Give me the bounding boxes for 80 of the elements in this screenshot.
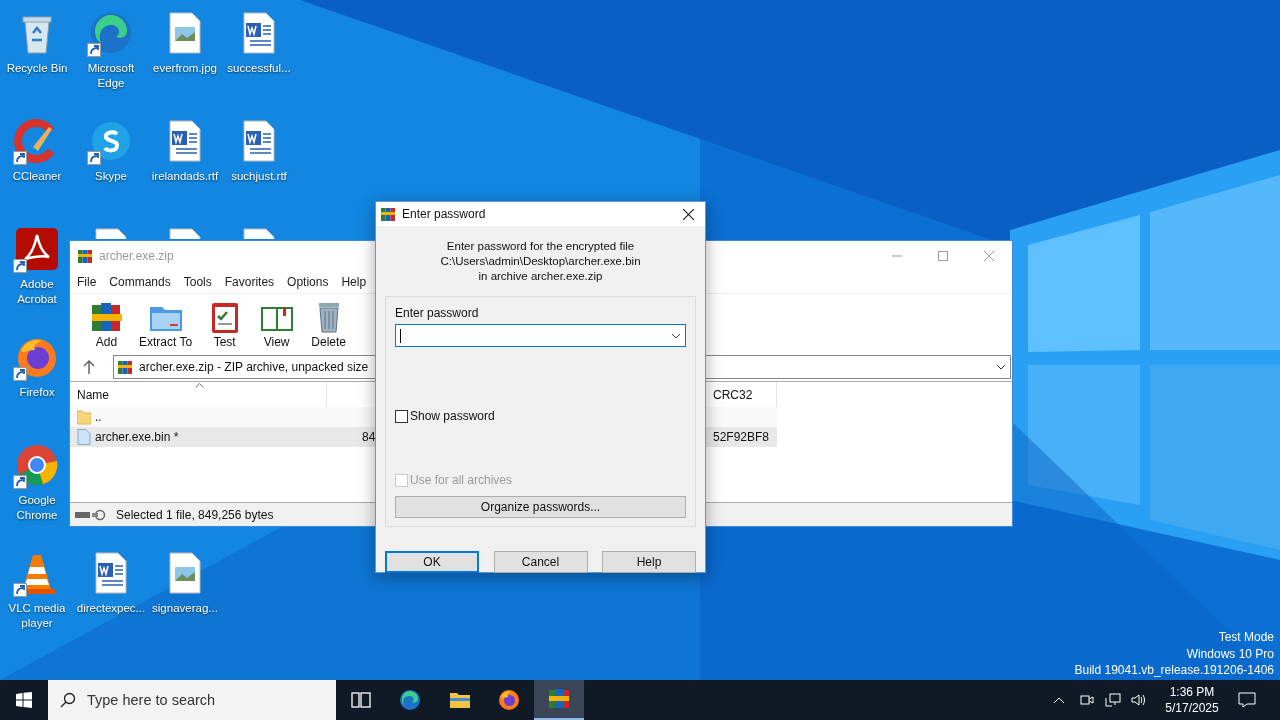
desktop-icon-label[interactable]: Adobe Acrobat	[6, 277, 68, 307]
system-notice: Build 19041.vb_release.191206-1406	[1074, 662, 1274, 679]
crc-value: 52F92BF8	[713, 430, 770, 444]
dialog-button[interactable]: Help	[602, 551, 696, 573]
menu-item[interactable]: File	[77, 273, 97, 291]
desktop-icon-label[interactable]: directexpec...	[76, 601, 146, 616]
desktop-icon-label[interactable]: everfrom.jpg	[153, 61, 217, 76]
checkbox[interactable]	[395, 409, 408, 423]
close-icon	[984, 251, 994, 261]
clock[interactable]: 1:36 PM 5/17/2025	[1162, 684, 1222, 716]
dialog-title: Enter password	[402, 206, 486, 223]
dialog-button[interactable]: Cancel	[493, 551, 588, 573]
dialog-button[interactable]: OK	[385, 551, 479, 573]
chevron-down-icon[interactable]	[996, 364, 1006, 370]
dialog-message: C:\Users\admin\Desktop\archer.exe.bin	[440, 254, 641, 269]
file-name: ..	[95, 409, 102, 426]
desktop-icon-label[interactable]: Microsoft Edge	[74, 61, 148, 91]
desktop-icon-label[interactable]: irelandads.rtf	[151, 169, 219, 184]
checkbox-option[interactable]: Show password	[395, 407, 686, 425]
file-icon	[77, 429, 91, 445]
shortcut-arrow-icon	[87, 151, 101, 165]
taskbar-app[interactable]	[534, 680, 584, 720]
shortcut-arrow-icon	[13, 259, 27, 273]
file-name: archer.exe.bin *	[95, 429, 179, 446]
shortcut-arrow-icon	[87, 43, 101, 57]
dialog-message: in archive archer.exe.zip	[478, 269, 603, 284]
menu-item[interactable]: Commands	[109, 273, 171, 291]
toolbar-button[interactable]: Test	[202, 299, 248, 350]
menu-item[interactable]: Help	[341, 273, 367, 291]
search-field[interactable]: Type here to search	[48, 680, 336, 720]
organize-passwords-button[interactable]: Organize passwords...	[395, 496, 686, 518]
desktop-icon-label[interactable]: successful...	[227, 61, 291, 76]
desktop-icon-label[interactable]: Skype	[95, 169, 127, 184]
address-text: archer.exe.zip - ZIP archive, unpacked size	[139, 359, 369, 376]
window-title: archer.exe.zip	[99, 248, 174, 265]
swirl-circle-icon	[398, 688, 423, 712]
system-notice: Test Mode	[1218, 629, 1274, 646]
notification-icon[interactable]	[1238, 692, 1256, 708]
password-field[interactable]	[395, 324, 686, 347]
chevron-down-icon[interactable]	[671, 332, 681, 339]
search-icon	[60, 692, 76, 708]
menu-item[interactable]: Favorites	[224, 273, 275, 291]
desktop-icon-label[interactable]: Firefox	[19, 385, 55, 400]
maximize-icon	[938, 251, 948, 261]
books-icon	[117, 359, 133, 375]
curl-tile-icon[interactable]	[13, 225, 61, 273]
network-icon[interactable]	[1105, 693, 1121, 707]
books-icon	[380, 206, 396, 222]
menu-item[interactable]: Tools	[183, 273, 212, 291]
sort-caret-icon	[195, 383, 204, 388]
close-icon	[682, 208, 694, 220]
desktop-icon-label[interactable]: suchjust.rtf	[231, 169, 287, 184]
books-icon	[546, 687, 571, 711]
desktop-icon-label[interactable]: signaverag...	[152, 601, 218, 616]
file-size: 84	[362, 430, 376, 444]
dialog-message: Enter password for the encrypted file	[446, 239, 635, 254]
toolbar-button[interactable]: View	[254, 299, 300, 350]
up-arrow-icon[interactable]	[83, 360, 95, 374]
system-notice: Windows 10 Pro	[1186, 645, 1274, 662]
folder-icon	[77, 409, 91, 425]
speaker-icon[interactable]	[1131, 693, 1147, 707]
menu-item[interactable]: Options	[287, 273, 329, 291]
toolbar-button[interactable]: Delete	[306, 299, 352, 350]
field-label: Enter password	[395, 305, 480, 321]
desktop-icon-label[interactable]: CCleaner	[12, 169, 62, 184]
windows-logo-icon	[16, 692, 32, 708]
camera-icon[interactable]	[1080, 693, 1094, 707]
books-icon	[77, 248, 93, 264]
chevron-up-icon[interactable]	[1053, 696, 1065, 704]
shortcut-arrow-icon	[13, 583, 27, 597]
desktop-icon-label[interactable]: VLC media player	[6, 601, 68, 631]
toolbar-button[interactable]: Add	[84, 299, 129, 350]
toolbar-button[interactable]: Extract To	[136, 299, 196, 350]
desktop-icon-label[interactable]: Google Chrome	[6, 493, 68, 523]
shortcut-arrow-icon	[13, 367, 27, 381]
desktop-icon-label[interactable]: Recycle Bin	[6, 61, 68, 76]
flame-globe-icon	[497, 688, 522, 712]
shortcut-arrow-icon	[13, 475, 27, 489]
status-text: Selected 1 file, 849,256 bytes	[116, 506, 274, 524]
shortcut-arrow-icon	[13, 151, 27, 165]
